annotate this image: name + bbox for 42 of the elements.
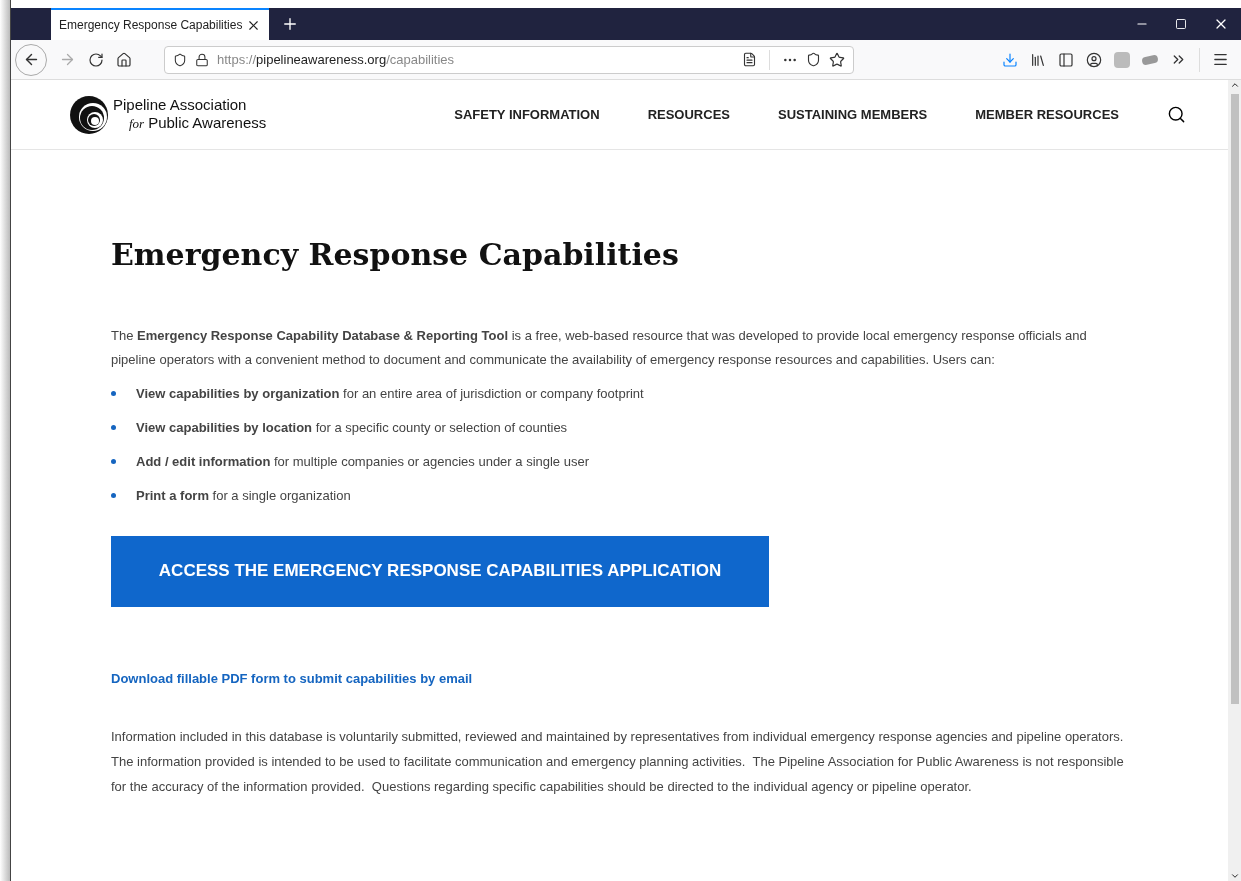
scrollbar-thumb[interactable] xyxy=(1230,94,1239,704)
search-icon[interactable] xyxy=(1167,105,1186,124)
nav-link[interactable]: SAFETY INFORMATION xyxy=(454,104,600,125)
download-icon[interactable] xyxy=(1002,51,1018,68)
bullet-icon xyxy=(111,459,116,464)
access-application-button[interactable]: ACCESS THE EMERGENCY RESPONSE CAPABILITIES APPLICATION xyxy=(111,535,769,607)
logo-title: Pipeline Association xyxy=(113,96,248,114)
library-icon[interactable] xyxy=(1030,51,1046,68)
maximize-icon[interactable] xyxy=(1175,18,1187,30)
download-link[interactable]: Download fillable PDF form to submit capabilities by email xyxy=(111,668,1128,688)
account-icon[interactable] xyxy=(1086,51,1102,68)
bullet-icon xyxy=(111,425,116,430)
bookmark-star-icon[interactable] xyxy=(829,51,845,68)
shield-icon[interactable] xyxy=(173,52,187,67)
nav-link[interactable]: RESOURCES xyxy=(647,104,730,125)
bullet-text: Add / edit information for multiple companies or agencies under a single user xyxy=(136,452,589,471)
bullet-icon xyxy=(111,391,116,396)
scroll-up-icon[interactable] xyxy=(1229,80,1240,90)
logo-subtitle: Public Awareness xyxy=(148,114,267,132)
sidebar-icon[interactable] xyxy=(1058,51,1074,68)
intro-paragraph: The Emergency Response Capability Database & Reporting Tool is a free, web-based resource that was developed to provide local emergency response officials and pipeline operators with a convenient method to document and communicate the availability of emergency response resources and capabilities. Users can: xyxy=(111,326,1088,369)
logo-icon xyxy=(69,94,109,135)
bullet-icon xyxy=(111,493,116,498)
new-tab-icon[interactable] xyxy=(281,15,299,33)
logo-for: for xyxy=(129,115,145,133)
home-icon[interactable] xyxy=(116,51,132,68)
bullet-text: View capabilities by organization for an entire area of jurisdiction or company footprint xyxy=(136,384,644,403)
nav-link[interactable]: SUSTAINING MEMBERS xyxy=(778,104,928,125)
url-text[interactable]: https://pipelineawareness.org/capabilities xyxy=(217,49,455,70)
nav-link[interactable]: MEMBER RESOURCES xyxy=(975,104,1119,125)
extension-icon[interactable] xyxy=(1141,53,1159,66)
reader-view-icon[interactable] xyxy=(742,52,757,67)
page-title: Emergency Response Capabilities xyxy=(111,236,680,274)
bullet-text: View capabilities by location for a specific county or selection of counties xyxy=(136,418,568,437)
menu-icon[interactable] xyxy=(1212,51,1229,68)
scroll-down-icon[interactable] xyxy=(1229,871,1240,881)
browser-tab[interactable]: Emergency Response Capabilities xyxy=(51,8,269,40)
bullet-text: Print a form for a single organization xyxy=(136,486,351,505)
lock-icon[interactable] xyxy=(195,52,209,67)
address-bar[interactable]: https://pipelineawareness.org/capabilities xyxy=(164,45,854,74)
disclaimer-paragraph: Information included in this database is voluntarily submitted, reviewed and maintained by representatives from individual emergency response agencies and pipeline operators. The information provided is intended to be used to facilitate communication and emergency planning activities. The Pipeline Association for Public Awareness is not responsible for the accuracy of the information provided. Questions regarding specific capabilities should be directed to the individual agency or pipeline operator. xyxy=(111,728,1125,796)
reload-icon[interactable] xyxy=(88,51,104,68)
